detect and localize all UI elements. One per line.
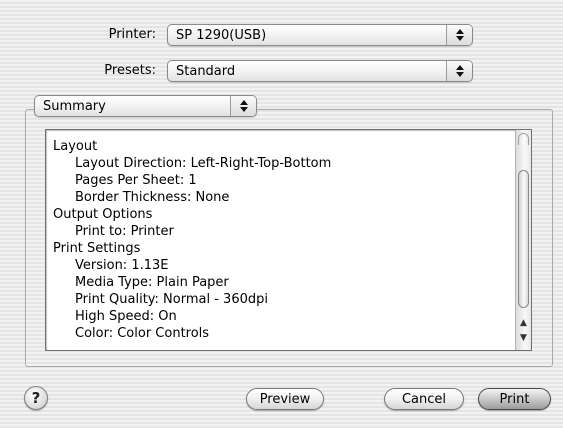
updown-arrows-icon [446,25,472,45]
print-button[interactable]: Print [478,388,551,410]
scroll-track-cap [518,133,529,145]
summary-detail-line: Print Quality: Normal - 360dpi [75,292,268,307]
summary-section-heading: Print Settings [53,241,141,256]
summary-section-heading: Output Options [53,207,153,222]
panel-popup[interactable]: Summary [34,95,257,117]
summary-detail-line: Color: Color Controls [75,326,210,341]
summary-detail-line: Border Thickness: None [75,190,230,205]
presets-popup[interactable]: Standard [167,60,473,82]
preview-button[interactable]: Preview [246,388,324,410]
help-button[interactable]: ? [24,386,48,410]
summary-section-heading: Layout [53,139,98,154]
summary-detail-line: Version: 1.13E [75,258,169,273]
scroll-thumb[interactable] [518,170,529,308]
summary-detail-line: Print to: Printer [75,224,174,239]
summary-detail-line: High Speed: On [75,309,177,324]
printer-label: Printer: [108,27,156,42]
scrollbar[interactable]: ▲ ▼ [515,130,531,350]
updown-arrows-icon [446,61,472,81]
printer-popup[interactable]: SP 1290(USB) [167,24,473,46]
cancel-button[interactable]: Cancel [384,388,464,410]
summary-list: Layout Layout Direction: Left-Right-Top-B… [53,138,331,342]
summary-detail-line: Media Type: Plain Paper [75,275,229,290]
summary-detail-line: Layout Direction: Left-Right-Top-Bottom [75,156,332,171]
summary-list-box[interactable]: Layout Layout Direction: Left-Right-Top-B… [45,129,532,351]
presets-popup-value: Standard [176,64,236,79]
presets-label: Presets: [104,63,156,78]
panel-popup-value: Summary [43,99,106,114]
printer-popup-value: SP 1290(USB) [176,28,267,43]
scroll-up-arrow-icon[interactable]: ▲ [516,316,531,330]
updown-arrows-icon [230,96,256,116]
scroll-down-arrow-icon[interactable]: ▼ [516,331,531,345]
summary-detail-line: Pages Per Sheet: 1 [75,173,197,188]
